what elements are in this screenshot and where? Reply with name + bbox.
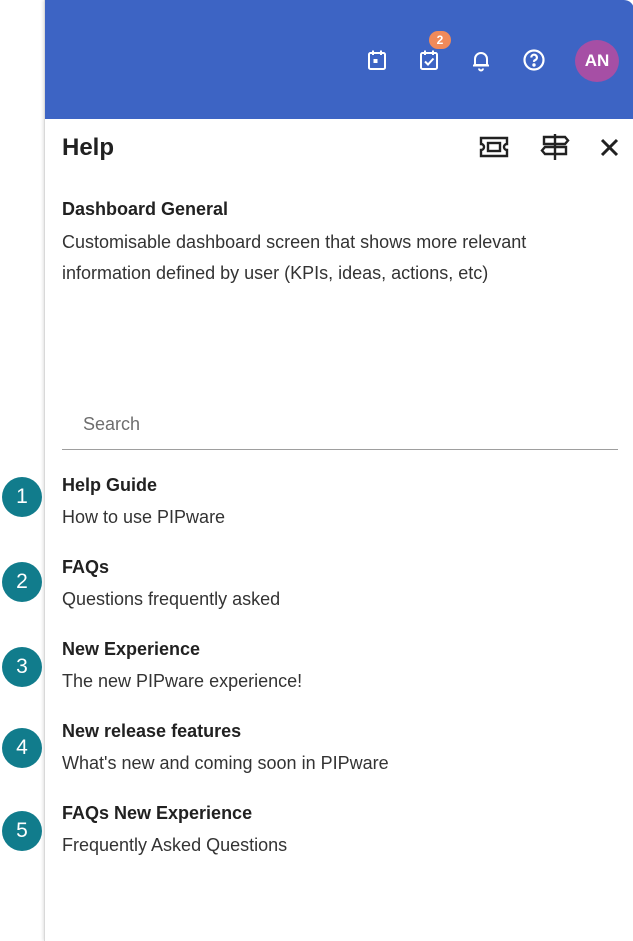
- section-title: Dashboard General: [62, 199, 229, 219]
- signpost-icon[interactable]: [537, 132, 573, 162]
- help-item-subtitle: The new PIPware experience!: [62, 671, 303, 691]
- help-item-help-guide[interactable]: Help Guide How to use PIPware: [62, 475, 602, 528]
- help-item-faqs-new-experience[interactable]: FAQs New Experience Frequently Asked Que…: [62, 803, 602, 856]
- step-marker: 2: [2, 562, 42, 602]
- help-item-title[interactable]: FAQs New Experience: [62, 803, 602, 829]
- background-page: [0, 0, 44, 941]
- calendar-icon[interactable]: [362, 45, 392, 75]
- help-item-title[interactable]: FAQs: [62, 557, 602, 583]
- search-field[interactable]: [62, 403, 618, 450]
- top-app-bar: 2 AN: [45, 0, 633, 119]
- help-circle-icon[interactable]: [519, 45, 549, 75]
- search-input[interactable]: [81, 403, 605, 445]
- panel-title: Help: [62, 134, 115, 161]
- help-item-subtitle: Frequently Asked Questions: [62, 835, 288, 855]
- help-item-subtitle: Questions frequently asked: [62, 589, 281, 609]
- help-item-subtitle: How to use PIPware: [62, 507, 226, 527]
- bell-icon[interactable]: [466, 45, 496, 75]
- ticket-icon[interactable]: [476, 132, 512, 162]
- help-item-new-experience[interactable]: New Experience The new PIPware experienc…: [62, 639, 602, 692]
- help-item-faqs[interactable]: FAQs Questions frequently asked: [62, 557, 602, 610]
- step-marker: 1: [2, 477, 42, 517]
- help-item-subtitle: What's new and coming soon in PIPware: [62, 753, 389, 773]
- help-item-new-release-features[interactable]: New release features What's new and comi…: [62, 721, 602, 774]
- help-panel: 2 AN Help Dashboard General Customisable…: [44, 0, 633, 941]
- help-item-title[interactable]: New Experience: [62, 639, 602, 665]
- task-check-icon[interactable]: [414, 45, 444, 75]
- user-avatar[interactable]: AN: [575, 40, 619, 82]
- section-description: Customisable dashboard screen that shows…: [62, 232, 527, 283]
- step-marker: 4: [2, 728, 42, 768]
- tasks-count-badge: 2: [429, 31, 451, 49]
- close-icon[interactable]: [591, 132, 627, 162]
- step-marker: 5: [2, 811, 42, 851]
- step-marker: 3: [2, 647, 42, 687]
- help-item-title[interactable]: Help Guide: [62, 475, 602, 501]
- help-item-title[interactable]: New release features: [62, 721, 602, 747]
